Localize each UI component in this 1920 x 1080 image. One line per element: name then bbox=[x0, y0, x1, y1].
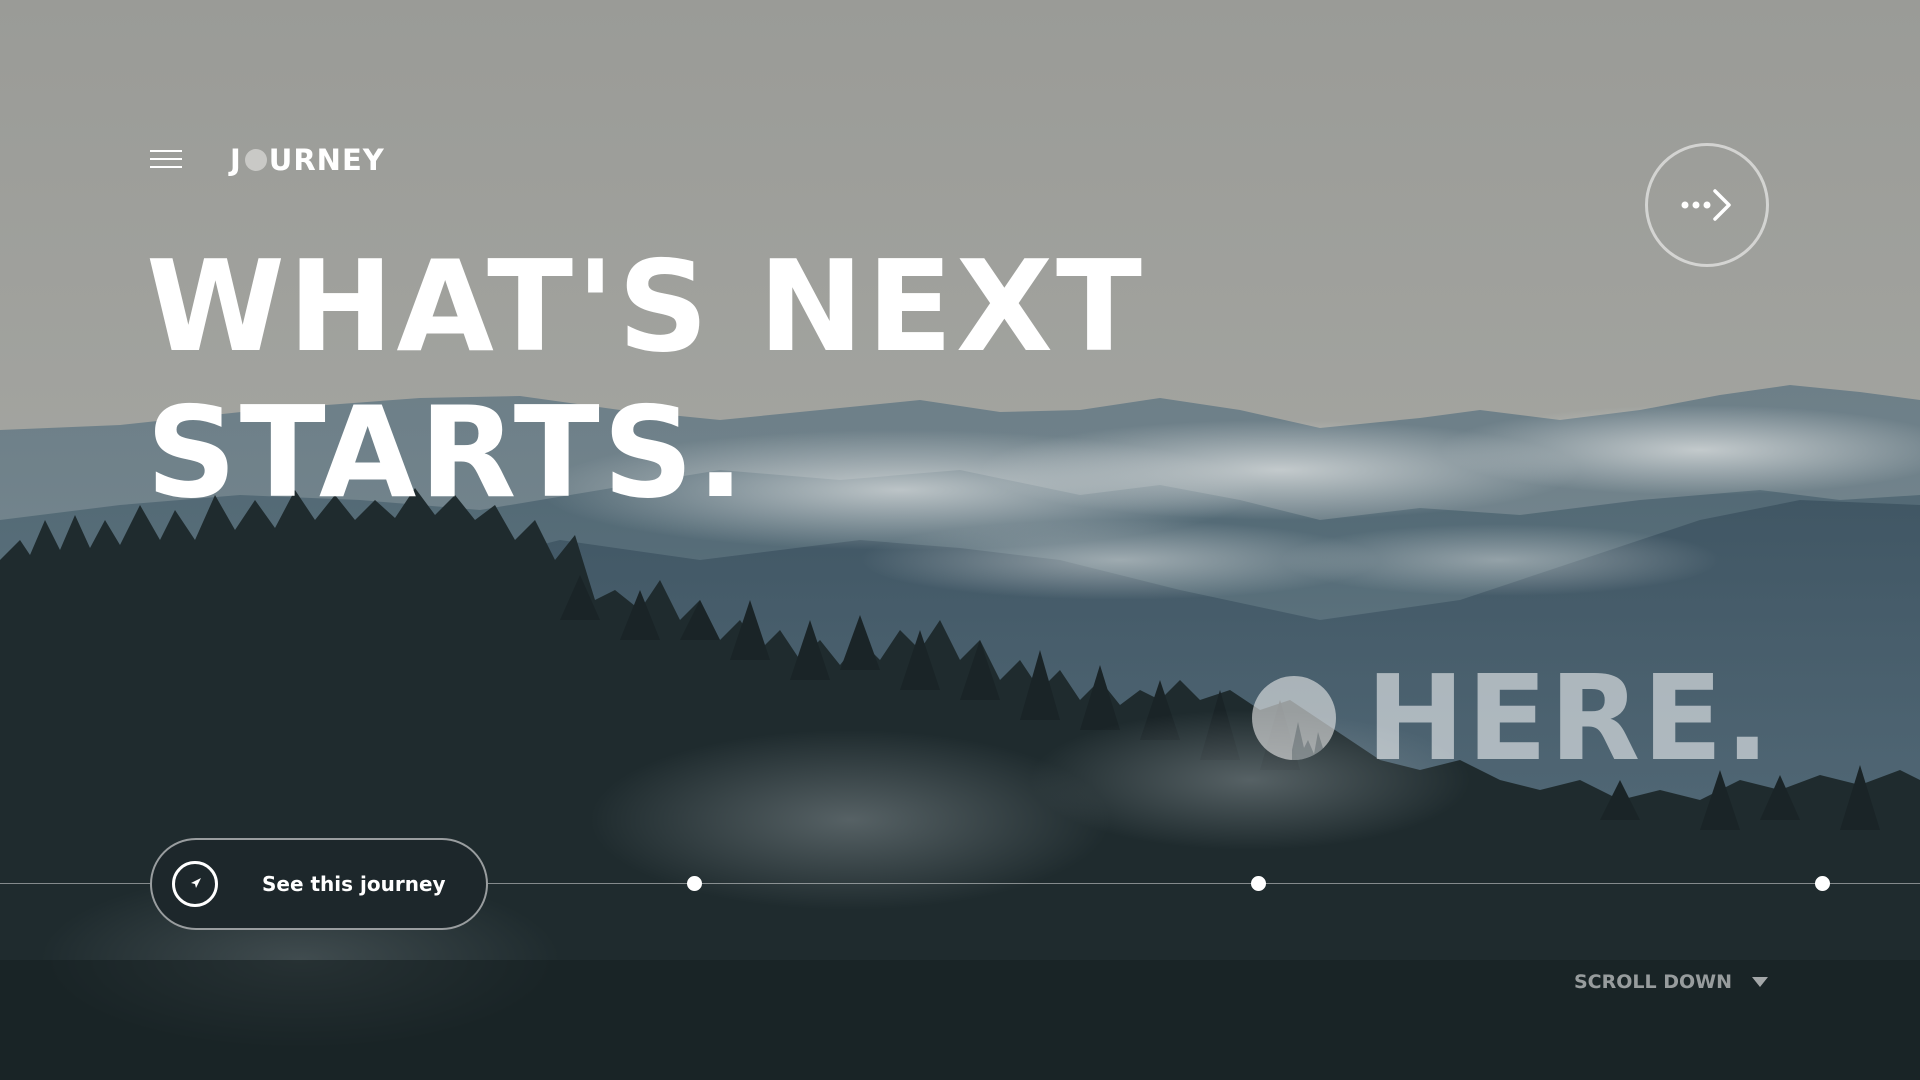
logo-suffix: URNEY bbox=[268, 143, 385, 177]
scroll-down-label: SCROLL DOWN bbox=[1574, 971, 1733, 993]
hero-headline: WHAT'S NEXT STARTS. bbox=[146, 234, 1145, 526]
dotted-arrow-right-icon bbox=[1681, 189, 1731, 221]
accent-word: HERE. bbox=[1366, 649, 1772, 787]
logo-dot-icon bbox=[244, 149, 267, 171]
see-journey-button[interactable]: See this journey bbox=[150, 838, 488, 930]
timeline-stop-2[interactable] bbox=[1251, 876, 1266, 891]
hamburger-icon-line bbox=[150, 158, 182, 160]
headline-line-1: WHAT'S NEXT bbox=[146, 233, 1145, 380]
see-journey-label: See this journey bbox=[262, 872, 446, 896]
scroll-down-link[interactable]: SCROLL DOWN bbox=[1574, 970, 1769, 994]
accent-word-block: HERE. bbox=[1252, 649, 1772, 787]
timeline-stop-1[interactable] bbox=[687, 876, 702, 891]
compass-icon bbox=[172, 861, 218, 907]
forest-circle-icon bbox=[1252, 676, 1336, 760]
logo-prefix: J bbox=[230, 143, 242, 177]
menu-button[interactable] bbox=[150, 150, 182, 172]
headline-line-2: STARTS. bbox=[146, 379, 748, 526]
logo[interactable]: J URNEY bbox=[230, 142, 385, 178]
hamburger-icon-line bbox=[150, 166, 182, 168]
caret-down-icon bbox=[1752, 977, 1769, 987]
hero-section: J URNEY WHAT'S NEXT STARTS. HERE. See th… bbox=[0, 0, 1920, 1080]
next-slide-button[interactable] bbox=[1645, 143, 1769, 267]
hamburger-icon-line bbox=[150, 150, 182, 152]
timeline-stop-3[interactable] bbox=[1815, 876, 1830, 891]
